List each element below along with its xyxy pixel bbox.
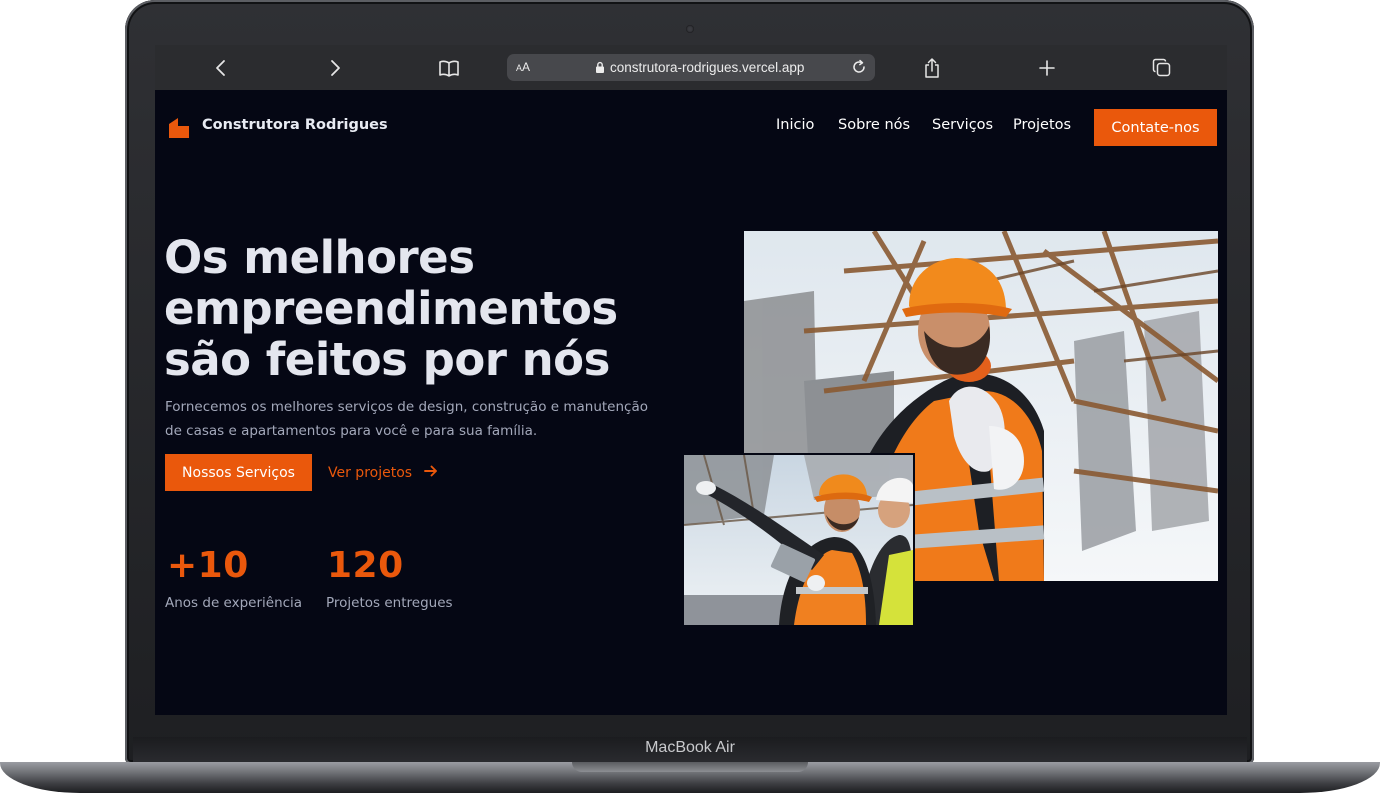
laptop-notch [572, 762, 808, 772]
hero-subtitle-line: de casas e apartamentos para você e para… [165, 423, 538, 439]
stat-projects-value: 120 [327, 545, 404, 586]
brand-name[interactable]: Construtora Rodrigues [202, 117, 388, 133]
building-logo-icon[interactable] [169, 116, 189, 142]
lock-icon [595, 61, 605, 79]
site-header: Construtora Rodrigues Inicio Sobre nós S… [155, 90, 1227, 165]
hero-title-line: Os melhores [164, 231, 475, 284]
book-icon[interactable] [437, 45, 461, 90]
tabs-icon[interactable] [1151, 45, 1171, 90]
nav-link-inicio[interactable]: Inicio [776, 117, 814, 133]
device-label: MacBook Air [645, 739, 735, 756]
reader-text-size-button[interactable]: AA [516, 54, 530, 82]
secondary-photo-workers [682, 453, 915, 627]
stat-experience-value: +10 [167, 545, 249, 586]
hero-title: Os melhores empreendimentos são feitos p… [164, 232, 684, 385]
view-projects-link[interactable]: Ver projetos [328, 454, 438, 491]
browser-toolbar: AA construtora-rodrigues.vercel.app [155, 45, 1227, 90]
stat-experience-label: Anos de experiência [165, 595, 303, 611]
forward-icon[interactable] [324, 45, 346, 90]
laptop-screen: AA construtora-rodrigues.vercel.app Cons… [155, 45, 1227, 715]
back-icon[interactable] [210, 45, 232, 90]
plus-icon[interactable] [1037, 45, 1057, 90]
hero-title-line: são feitos por nós [164, 333, 610, 386]
nav-link-sobre-nos[interactable]: Sobre nós [838, 117, 910, 133]
url-text: construtora-rodrigues.vercel.app [610, 60, 805, 75]
camera-icon [686, 25, 694, 33]
address-bar[interactable]: AA construtora-rodrigues.vercel.app [507, 54, 875, 81]
hero-subtitle: Fornecemos os melhores serviços de desig… [165, 395, 655, 443]
view-projects-label: Ver projetos [328, 464, 413, 481]
arrow-right-icon [424, 465, 438, 481]
nav-link-projetos[interactable]: Projetos [1013, 117, 1071, 133]
contact-button[interactable]: Contate-nos [1094, 109, 1217, 146]
hero-subtitle-line: Fornecemos os melhores serviços de desig… [165, 399, 649, 415]
our-services-button[interactable]: Nossos Serviços [165, 454, 312, 491]
hero-title-line: empreendimentos [164, 282, 618, 335]
share-icon[interactable] [922, 45, 942, 90]
stat-projects-label: Projetos entregues [326, 595, 453, 611]
reload-icon[interactable] [851, 59, 867, 80]
nav-link-servicos[interactable]: Serviços [932, 117, 993, 133]
